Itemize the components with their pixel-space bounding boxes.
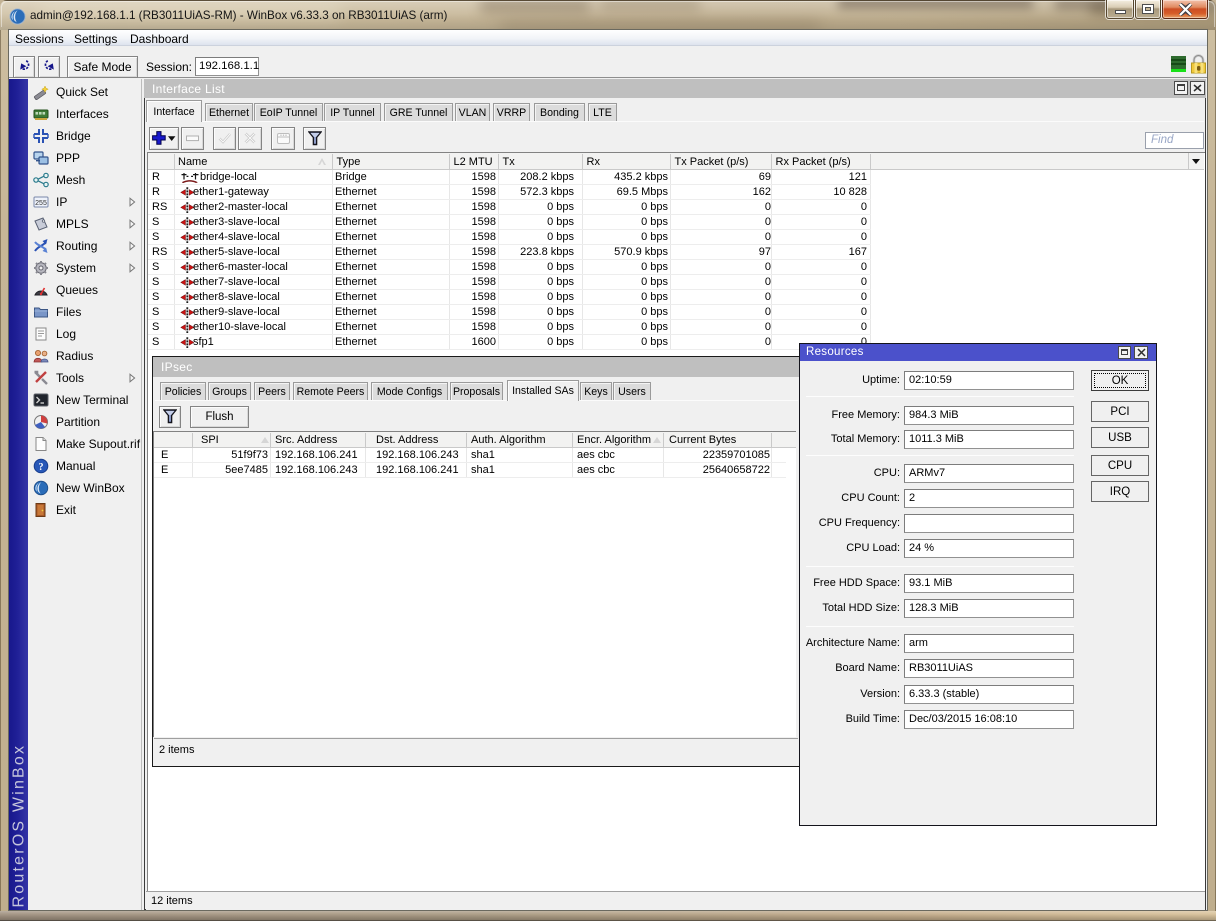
svg-text:255: 255	[35, 200, 47, 207]
svg-text:?: ?	[39, 462, 44, 473]
